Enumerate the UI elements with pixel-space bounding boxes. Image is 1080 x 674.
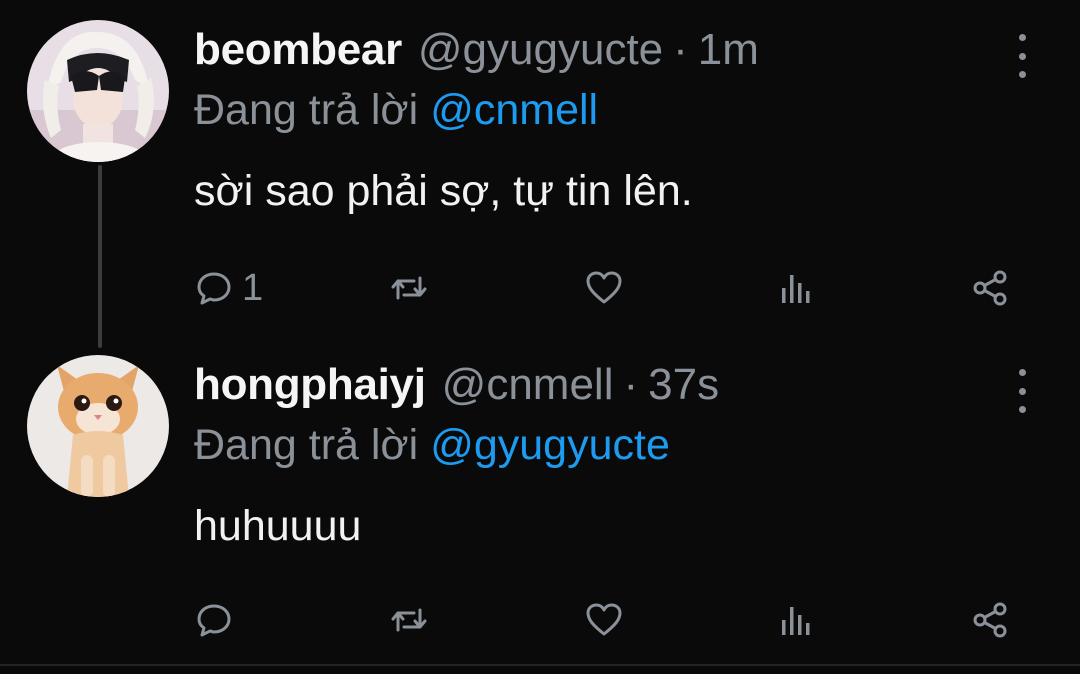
more-vertical-dot <box>1018 387 1026 395</box>
tweet-header: hongphaiyj @cnmell · 37s <box>194 355 719 415</box>
views-button[interactable] <box>777 263 817 313</box>
retweet-button[interactable] <box>389 595 429 645</box>
timestamp[interactable]: 1m <box>698 20 759 80</box>
thread-connector-line <box>98 165 102 348</box>
more-vertical-icon <box>1018 369 1026 376</box>
separator-dot: · <box>673 25 688 74</box>
reply-count: 1 <box>242 267 264 309</box>
reply-mention-link[interactable]: @gyugyucte <box>430 421 670 469</box>
more-vertical-dot <box>1018 52 1026 60</box>
avatar[interactable] <box>27 20 169 162</box>
tweet-actions: 1 <box>0 263 1080 313</box>
heart-icon <box>586 603 622 636</box>
more-vertical-dot <box>1018 71 1026 78</box>
user-handle[interactable]: @cnmell <box>442 355 614 415</box>
tweet-actions <box>0 595 1080 645</box>
bar-chart-icon <box>782 275 810 303</box>
retweet-button[interactable] <box>389 263 429 313</box>
separator-dot: · <box>623 360 639 409</box>
views-button[interactable] <box>777 595 817 645</box>
timestamp[interactable]: 37s <box>648 355 719 415</box>
reply-button[interactable] <box>194 595 242 645</box>
replying-to: Đang trả lời @gyugyucte <box>194 417 670 473</box>
tweet-text: huhuuuu <box>194 502 362 550</box>
share-button[interactable] <box>970 595 1010 645</box>
like-button[interactable] <box>584 263 624 313</box>
comment-bubble-icon <box>197 272 231 305</box>
share-icon <box>973 270 1007 306</box>
tweet-header: beombear @gyugyucte · 1m <box>194 20 759 80</box>
heart-icon <box>586 271 622 304</box>
share-button[interactable] <box>970 263 1010 313</box>
person-with-bunny-hat-icon <box>27 20 169 162</box>
more-vertical-dot <box>1018 406 1026 413</box>
like-button[interactable] <box>584 595 624 645</box>
reply-mention-link[interactable]: @cnmell <box>430 86 598 134</box>
comment-bubble-icon <box>197 604 231 637</box>
bar-chart-icon <box>782 607 810 635</box>
share-icon <box>973 602 1007 638</box>
more-options-button[interactable] <box>1002 369 1042 413</box>
reply-prefix: Đang trả lời <box>194 86 419 134</box>
reply-thread: beombear @gyugyucte · 1m Đang trả lời @cn… <box>0 0 1080 674</box>
divider <box>0 664 1080 666</box>
user-handle[interactable]: @gyugyucte <box>418 20 663 80</box>
tweet-text: sời sao phải sợ, tự tin lên. <box>194 167 693 215</box>
more-options-button[interactable] <box>1002 34 1042 78</box>
reply-prefix: Đang trả lời <box>194 421 419 469</box>
display-name[interactable]: hongphaiyj <box>194 355 426 415</box>
replying-to: Đang trả lời @cnmell <box>194 82 598 138</box>
more-vertical-icon <box>1018 34 1026 41</box>
retweet-icon <box>391 276 427 300</box>
avatar[interactable] <box>27 355 169 497</box>
display-name[interactable]: beombear <box>194 20 402 80</box>
orange-kitten-icon <box>27 355 169 497</box>
retweet-icon <box>391 608 427 632</box>
reply-button[interactable]: 1 <box>194 263 263 313</box>
